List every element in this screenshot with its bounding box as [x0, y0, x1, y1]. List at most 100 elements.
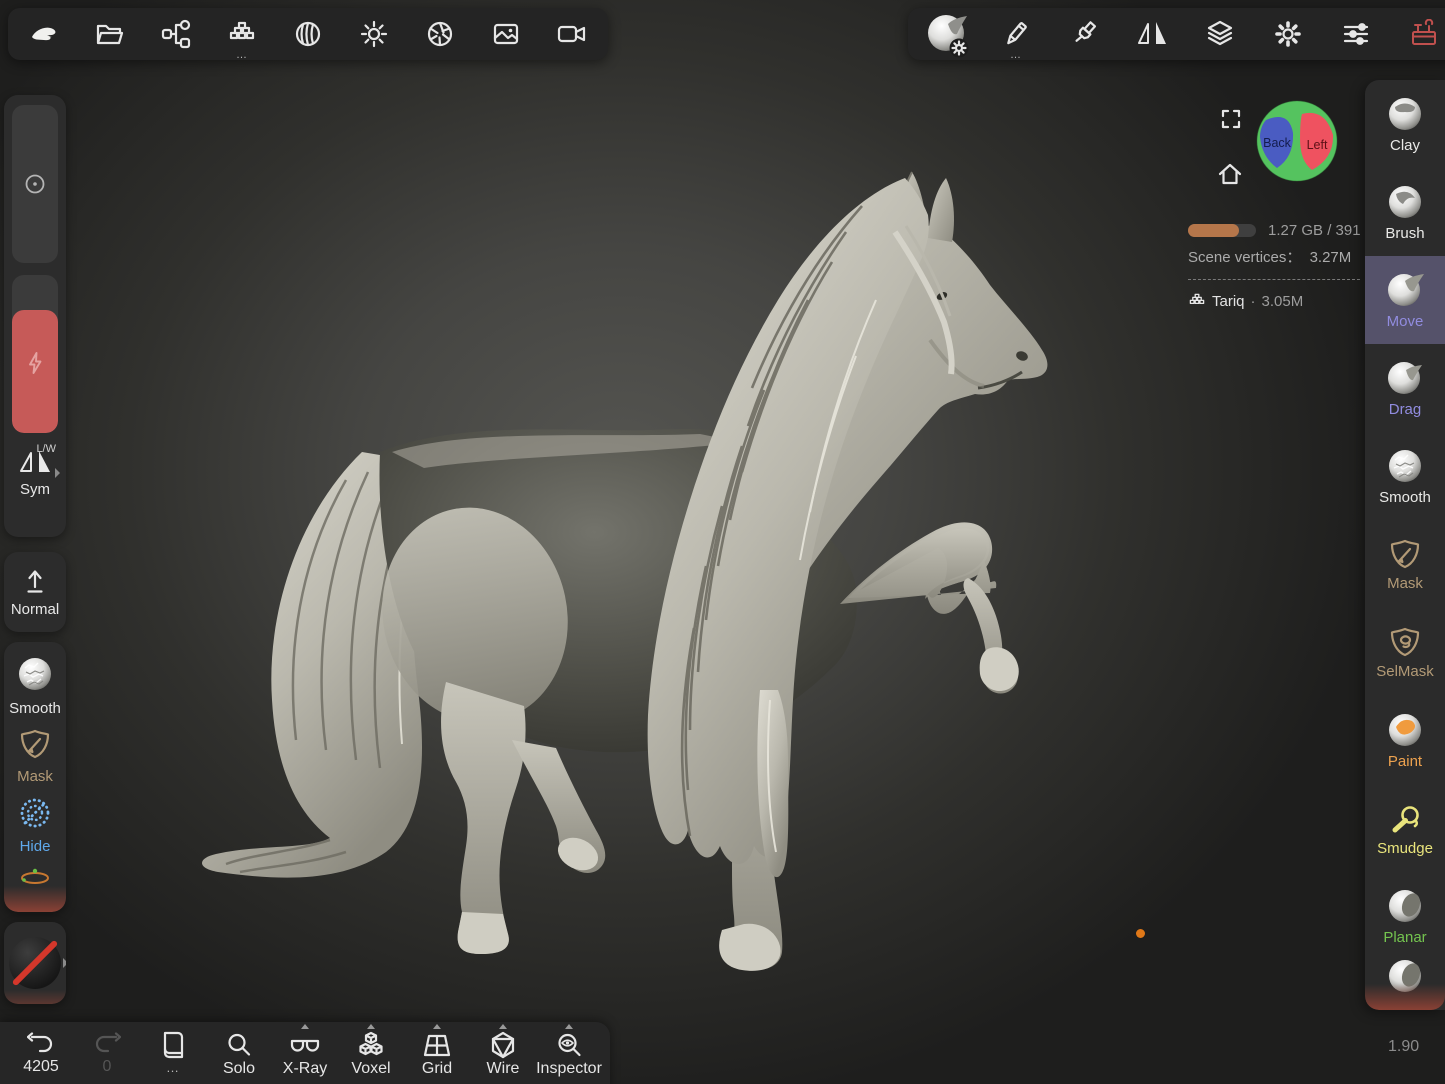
tool-selmask[interactable]: SelMask	[1365, 608, 1445, 696]
settings-button[interactable]	[1266, 8, 1310, 60]
painting-button[interactable]	[1062, 8, 1106, 60]
vertices-status: Scene vertices： 3.27M	[1188, 246, 1365, 267]
quick-hide-button[interactable]: Hide	[16, 794, 54, 855]
drag-sphere-icon	[1384, 358, 1426, 398]
tool-planar[interactable]: Planar	[1365, 872, 1445, 960]
tool-label: Clay	[1390, 137, 1420, 154]
tool-mask[interactable]: Mask	[1365, 520, 1445, 608]
tool-move[interactable]: Move	[1365, 256, 1445, 344]
radius-slider[interactable]	[12, 105, 58, 263]
inspector-eye-icon	[555, 1031, 583, 1059]
tool-smooth[interactable]: Smooth	[1365, 432, 1445, 520]
radius-icon	[23, 172, 47, 196]
options-button[interactable]	[1334, 8, 1378, 60]
aperture-icon	[425, 19, 455, 49]
alpha-none-icon	[9, 937, 61, 989]
layers-icon	[1205, 19, 1235, 49]
inspector-button[interactable]: Inspector	[538, 1022, 600, 1084]
tool-label: Planar	[1383, 929, 1426, 946]
submenu-caret	[499, 1024, 507, 1029]
voxel-button[interactable]: Voxel	[340, 1022, 402, 1084]
undo-icon	[27, 1031, 55, 1057]
nav-left-label: Left	[1307, 138, 1328, 152]
notes-button[interactable]: …	[142, 1022, 204, 1084]
camera-button[interactable]	[550, 8, 594, 60]
tool-clay[interactable]: Clay	[1365, 80, 1445, 168]
top-left-toolbar: …	[8, 8, 608, 60]
alpha-expand-caret[interactable]	[63, 958, 66, 968]
submenu-caret	[301, 1024, 309, 1029]
left-brush-panel: L/W Sym	[4, 95, 66, 537]
tool-label: Brush	[1385, 225, 1424, 242]
background-button[interactable]	[484, 8, 528, 60]
wireframe-icon	[488, 1031, 518, 1059]
tool-label: SelMask	[1376, 663, 1434, 680]
quick-smooth-button[interactable]: Smooth	[9, 654, 61, 717]
topology-button[interactable]: …	[220, 8, 264, 60]
tool-smudge[interactable]: Smudge	[1365, 784, 1445, 872]
lighting-button[interactable]	[352, 8, 396, 60]
redo-icon	[93, 1031, 121, 1057]
app-logo-button[interactable]	[22, 8, 66, 60]
scene-item-sep: ·	[1251, 293, 1256, 310]
tool-label: Paint	[1388, 753, 1422, 770]
stroke-mode-button[interactable]: Normal	[4, 552, 66, 632]
mask-shield-icon	[17, 726, 53, 762]
brush-sphere-icon	[1385, 182, 1425, 222]
home-view-button[interactable]	[1218, 162, 1242, 186]
hud-separator	[1188, 279, 1360, 280]
xray-button[interactable]: X-Ray	[274, 1022, 336, 1084]
tool-label: Drag	[1389, 401, 1422, 418]
sym-expand-caret[interactable]	[55, 468, 60, 478]
undo-count: 4205	[23, 1058, 59, 1076]
postprocess-button[interactable]	[418, 8, 462, 60]
brush-preview-button[interactable]	[922, 8, 970, 60]
normal-label: Normal	[11, 601, 59, 618]
files-button[interactable]	[88, 8, 132, 60]
material-button[interactable]	[286, 8, 330, 60]
symmetry-button[interactable]	[1130, 8, 1174, 60]
more-indicator: …	[220, 51, 264, 59]
scene-graph-button[interactable]	[154, 8, 198, 60]
inspector-label: Inspector	[536, 1060, 602, 1078]
notebook-icon	[159, 1031, 187, 1059]
gear-icon	[1273, 19, 1303, 49]
move-sphere-icon	[1384, 270, 1426, 310]
redo-button[interactable]: 0	[76, 1022, 138, 1084]
right-tool-panel: Clay Brush Move Drag Smooth Mask SelMask	[1365, 80, 1445, 1010]
quick-gizmo-button[interactable]	[16, 864, 54, 888]
quick-mask-button[interactable]: Mask	[17, 726, 53, 785]
submenu-caret	[565, 1024, 573, 1029]
intensity-slider[interactable]	[12, 275, 58, 433]
scene-graph-icon	[161, 19, 191, 49]
layers-button[interactable]	[1198, 8, 1242, 60]
orientation-ball[interactable]: Back Left	[1256, 100, 1338, 182]
pencil-icon	[1001, 19, 1031, 49]
smooth-label: Smooth	[9, 700, 61, 717]
smudge-finger-icon	[1386, 799, 1424, 837]
vertices-label: Scene vertices：	[1188, 249, 1301, 266]
mask-shield-icon	[1387, 536, 1423, 572]
voxel-cubes-icon	[356, 1031, 386, 1059]
fullscreen-button[interactable]	[1220, 108, 1242, 130]
solo-button[interactable]: Solo	[208, 1022, 270, 1084]
grid-button[interactable]: Grid	[406, 1022, 468, 1084]
stroke-button[interactable]: …	[994, 8, 1038, 60]
solo-label: Solo	[223, 1060, 255, 1078]
tool-paint[interactable]: Paint	[1365, 696, 1445, 784]
intensity-lightning-icon	[23, 350, 47, 376]
bottom-toolbar: 4205 0 … Solo X-Ray Voxel	[0, 1022, 610, 1084]
symmetry-toggle[interactable]: L/W Sym	[12, 447, 58, 498]
tool-partial-next[interactable]	[1365, 960, 1445, 1006]
fullscreen-icon	[1220, 108, 1242, 130]
mirror-icon	[1137, 19, 1167, 49]
tool-brush[interactable]: Brush	[1365, 168, 1445, 256]
xray-glasses-icon	[290, 1031, 320, 1059]
undo-button[interactable]: 4205	[10, 1022, 72, 1084]
voxel-label: Voxel	[351, 1060, 390, 1078]
scene-item-row[interactable]: Tariq · 3.05M	[1188, 292, 1365, 310]
tool-drag[interactable]: Drag	[1365, 344, 1445, 432]
wire-button[interactable]: Wire	[472, 1022, 534, 1084]
toolbox-button[interactable]	[1402, 8, 1445, 60]
alpha-selector[interactable]	[4, 922, 66, 1004]
